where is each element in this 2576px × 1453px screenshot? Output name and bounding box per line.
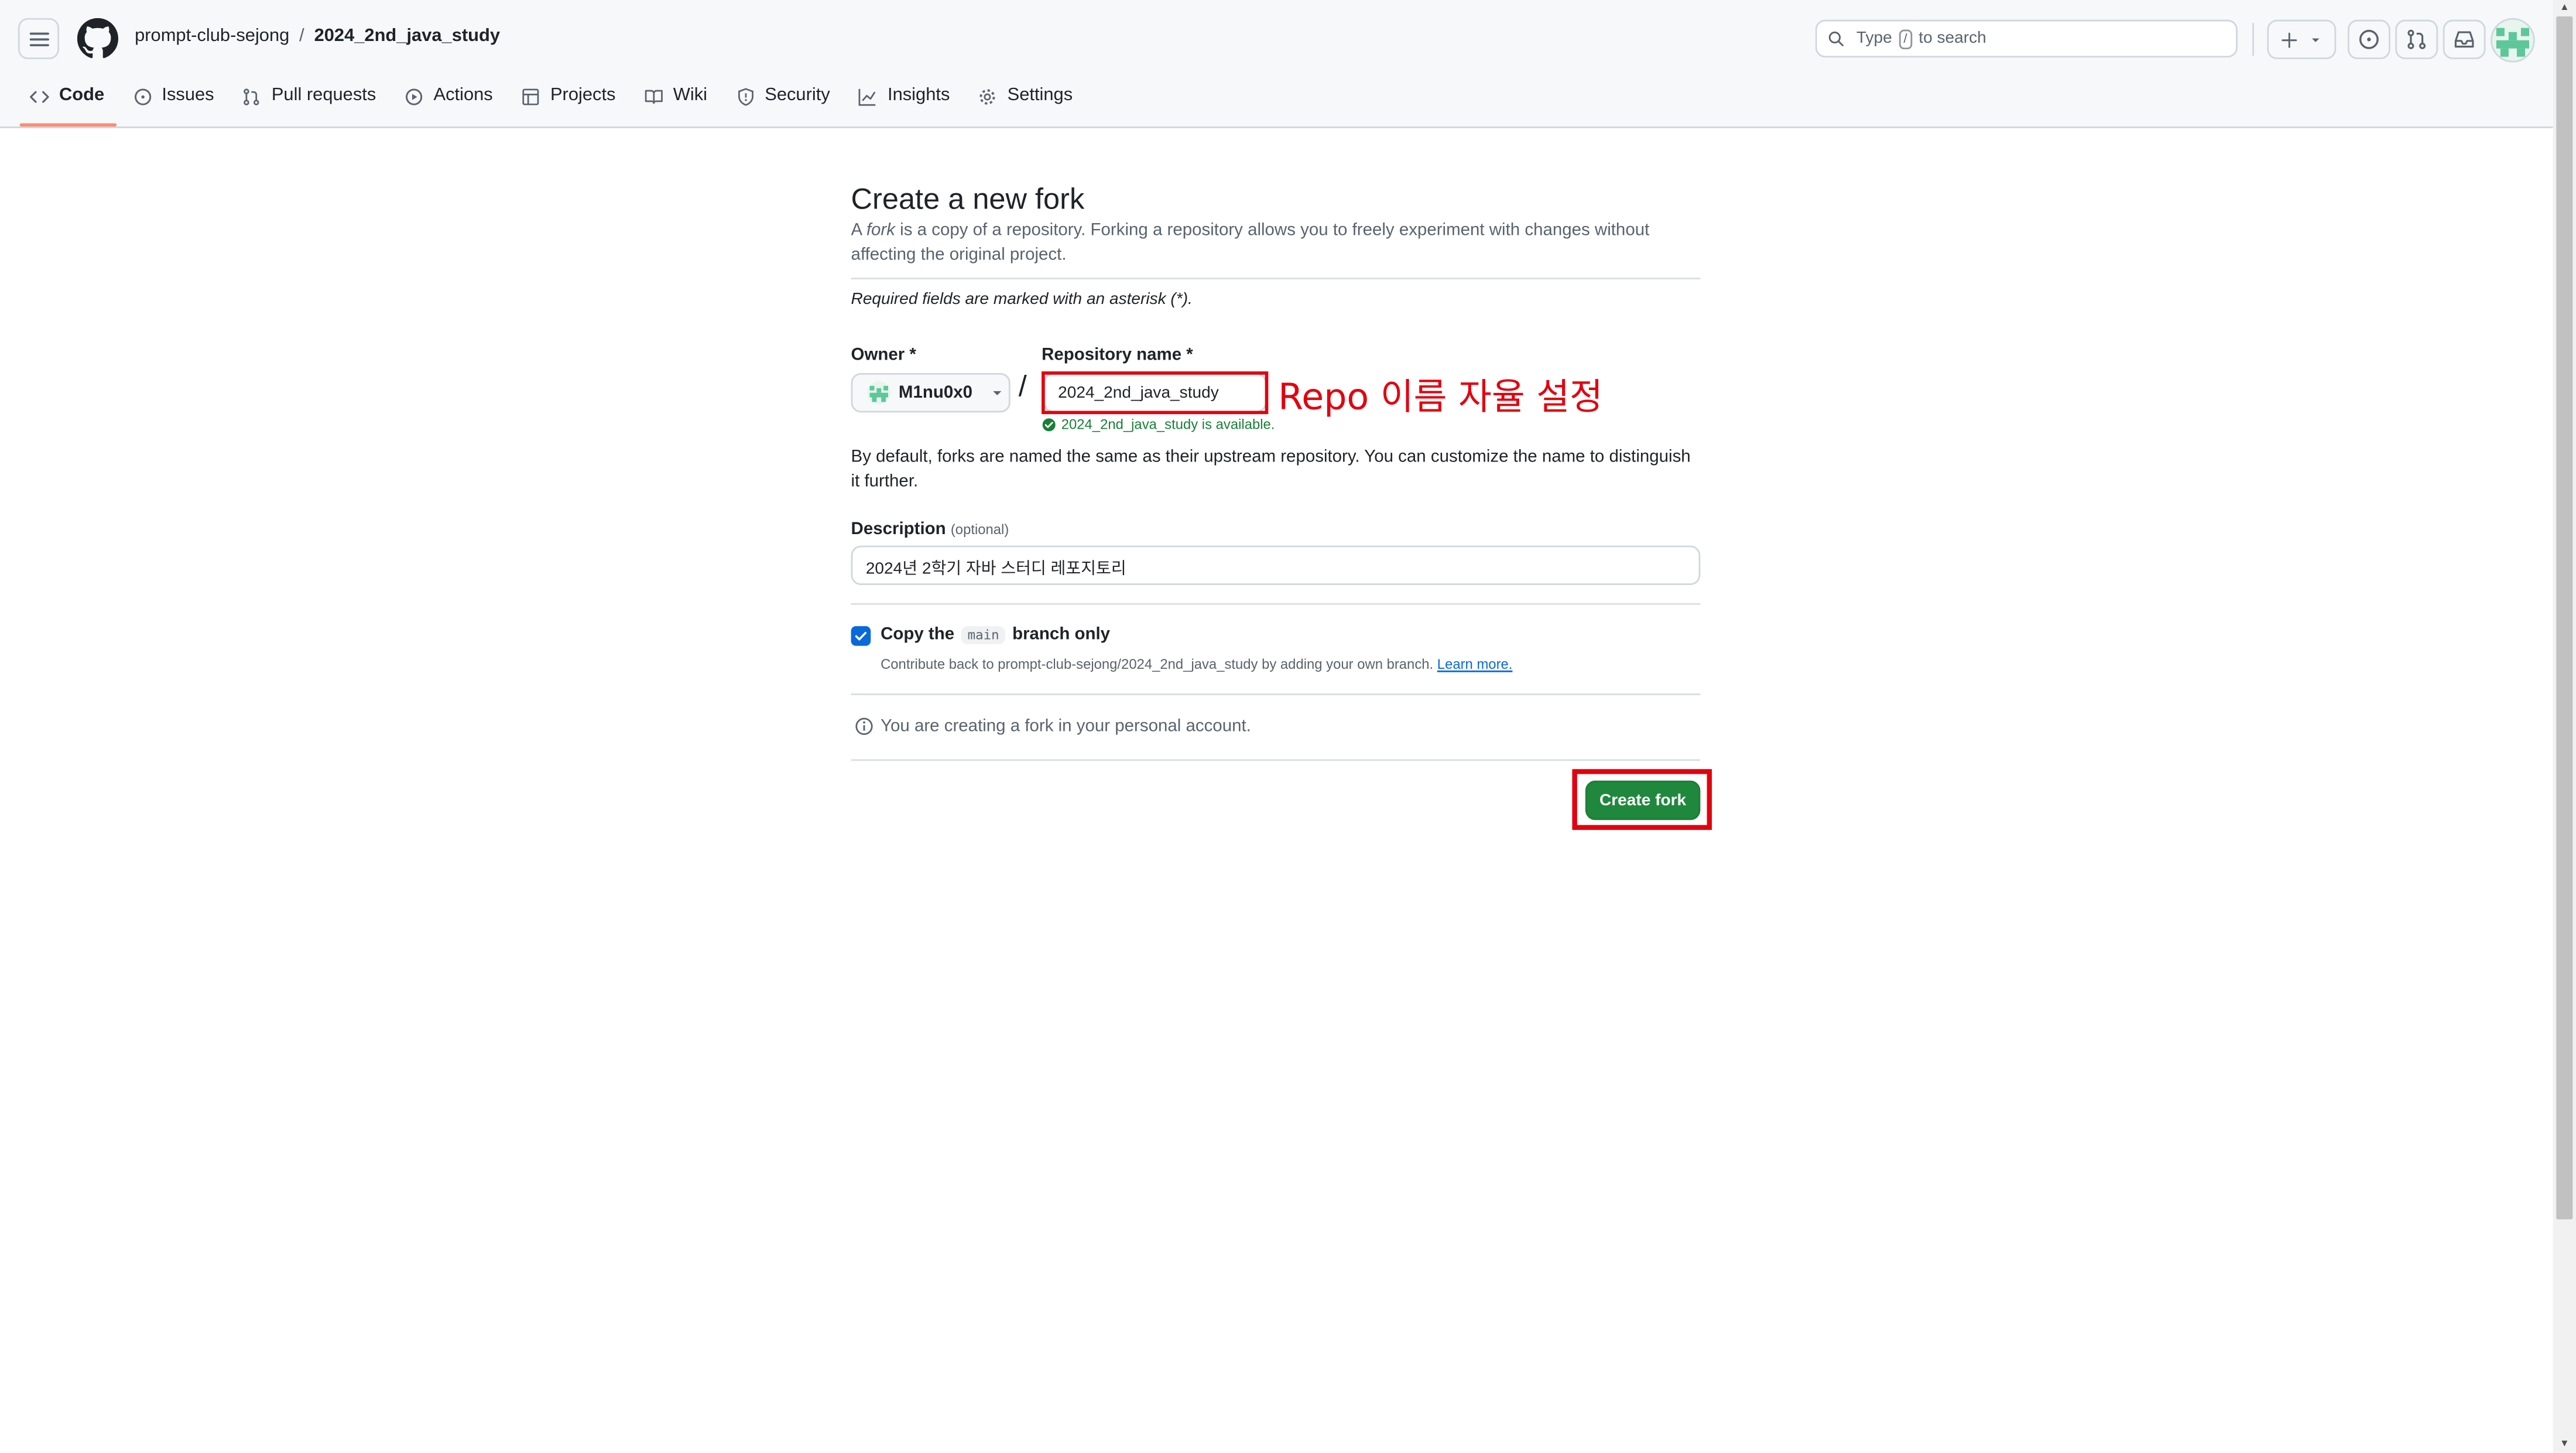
- tab-pull-requests[interactable]: Pull requests: [232, 82, 387, 123]
- divider: [851, 603, 1701, 605]
- tab-code-label: Code: [59, 85, 105, 105]
- page-title: Create a new fork: [851, 182, 1085, 216]
- shield-icon: [737, 88, 753, 106]
- play-icon: [405, 88, 422, 105]
- search-placeholder-prefix: Type: [1856, 29, 1892, 48]
- tab-wiki[interactable]: Wiki: [633, 82, 718, 123]
- header-divider: [2252, 23, 2254, 56]
- scroll-up-arrow-icon[interactable]: ▲: [2556, 0, 2572, 15]
- breadcrumb-separator: /: [299, 26, 304, 46]
- owner-select[interactable]: M1nu0x0: [851, 372, 1010, 413]
- account-info-text: You are creating a fork in your personal…: [881, 716, 1251, 737]
- breadcrumb-org-link[interactable]: prompt-club-sejong: [135, 26, 289, 46]
- breadcrumb-repo-link[interactable]: 2024_2nd_java_study: [314, 26, 500, 46]
- code-icon: [30, 91, 49, 103]
- graph-icon: [859, 88, 876, 106]
- pull-request-icon: [244, 88, 260, 105]
- required-fields-note: Required fields are marked with an aster…: [851, 290, 1193, 309]
- availability-text: 2024_2nd_java_study is available.: [1061, 415, 1275, 433]
- global-header: prompt-club-sejong / 2024_2nd_java_study…: [0, 0, 2553, 128]
- hamburger-icon: [29, 32, 49, 46]
- divider: [851, 693, 1701, 695]
- repo-tabs: Code Issues Pull requests Actions Projec…: [19, 82, 1091, 127]
- inbox-button[interactable]: [2443, 19, 2486, 60]
- breadcrumb: prompt-club-sejong / 2024_2nd_java_study: [135, 26, 500, 46]
- identicon-icon: [2496, 28, 2529, 57]
- divider: [851, 759, 1701, 761]
- owner-value: M1nu0x0: [898, 382, 973, 403]
- create-new-button[interactable]: [2267, 19, 2337, 60]
- contribute-text: Contribute back to prompt-club-sejong/20…: [881, 655, 1434, 672]
- tab-issues-label: Issues: [162, 85, 214, 105]
- info-icon: [855, 717, 873, 735]
- owner-label: Owner *: [851, 345, 916, 365]
- contribute-hint: Contribute back to prompt-club-sejong/20…: [881, 656, 1512, 672]
- identicon-icon: [869, 385, 888, 402]
- lead-a: A: [851, 220, 862, 240]
- triangle-down-icon: [2311, 37, 2320, 42]
- search-placeholder-suffix: to search: [1919, 29, 1986, 48]
- copy-suffix: branch only: [1012, 624, 1111, 644]
- naming-note: By default, forks are named the same as …: [851, 447, 1691, 492]
- check-icon: [855, 631, 867, 641]
- menu-button[interactable]: [18, 18, 60, 60]
- tab-issues[interactable]: Issues: [122, 82, 225, 123]
- tab-actions-label: Actions: [433, 85, 493, 105]
- git-pull-request-icon: [2407, 29, 2426, 49]
- tab-security-label: Security: [765, 85, 830, 105]
- tab-projects-label: Projects: [550, 85, 616, 105]
- tab-security[interactable]: Security: [725, 82, 842, 123]
- issue-icon: [133, 88, 150, 105]
- tab-pull-requests-label: Pull requests: [271, 85, 376, 105]
- description-label-text: Description: [851, 519, 946, 539]
- search-shortcut-key: /: [1898, 29, 1913, 49]
- owner-avatar: [867, 381, 890, 405]
- copy-prefix: Copy the: [881, 624, 955, 644]
- tab-settings-label: Settings: [1007, 85, 1073, 105]
- user-avatar[interactable]: [2491, 18, 2535, 63]
- availability-status: 2024_2nd_java_study is available.: [1042, 416, 1275, 432]
- copy-main-branch-checkbox[interactable]: [851, 626, 871, 646]
- issue-opened-icon: [2359, 29, 2379, 49]
- lead-rest: is a copy of a repository. Forking a rep…: [851, 220, 1650, 265]
- search-input[interactable]: Type / to search: [1815, 19, 2238, 58]
- gear-icon: [979, 89, 995, 105]
- tab-insights[interactable]: Insights: [848, 82, 961, 123]
- divider: [851, 278, 1701, 280]
- repo-name-label: Repository name *: [1042, 345, 1193, 365]
- tab-settings[interactable]: Settings: [968, 82, 1084, 123]
- tab-insights-label: Insights: [887, 85, 950, 105]
- plus-icon: [2282, 32, 2297, 47]
- inbox-icon: [2454, 31, 2474, 48]
- github-logo-icon[interactable]: [77, 18, 119, 59]
- owner-repo-separator: /: [1018, 370, 1027, 403]
- create-fork-button[interactable]: Create fork: [1585, 780, 1701, 820]
- tab-wiki-label: Wiki: [673, 85, 708, 105]
- check-circle-fill-icon: [1042, 417, 1056, 431]
- pull-requests-button[interactable]: [2395, 19, 2438, 60]
- tab-code[interactable]: Code: [19, 82, 116, 127]
- branch-name-code: main: [961, 625, 1006, 644]
- description-label: Description (optional): [851, 519, 1009, 539]
- scrollbar-thumb[interactable]: [2556, 16, 2573, 1220]
- annotation-label: Repo 이름 자율 설정: [1278, 378, 1603, 419]
- optional-tag: (optional): [950, 521, 1009, 538]
- lead-fork-term: fork: [866, 220, 895, 240]
- tab-projects[interactable]: Projects: [511, 82, 628, 123]
- scroll-down-arrow-icon[interactable]: ▼: [2556, 1437, 2572, 1451]
- description-input[interactable]: 2024년 2학기 자바 스터디 레포지토리: [851, 545, 1701, 585]
- annotation-highlight-box: [1042, 371, 1269, 415]
- copy-main-branch-label[interactable]: Copy the main branch only: [881, 624, 1110, 644]
- account-info: You are creating a fork in your personal…: [854, 716, 1251, 736]
- search-icon: [1828, 31, 1844, 46]
- triangle-down-icon: [993, 391, 1002, 395]
- table-icon: [522, 88, 539, 105]
- issues-button[interactable]: [2347, 19, 2390, 60]
- learn-more-link[interactable]: Learn more.: [1437, 656, 1513, 672]
- book-icon: [644, 90, 663, 104]
- fork-description-text: A fork is a copy of a repository. Forkin…: [851, 218, 1673, 268]
- tab-actions[interactable]: Actions: [394, 82, 504, 123]
